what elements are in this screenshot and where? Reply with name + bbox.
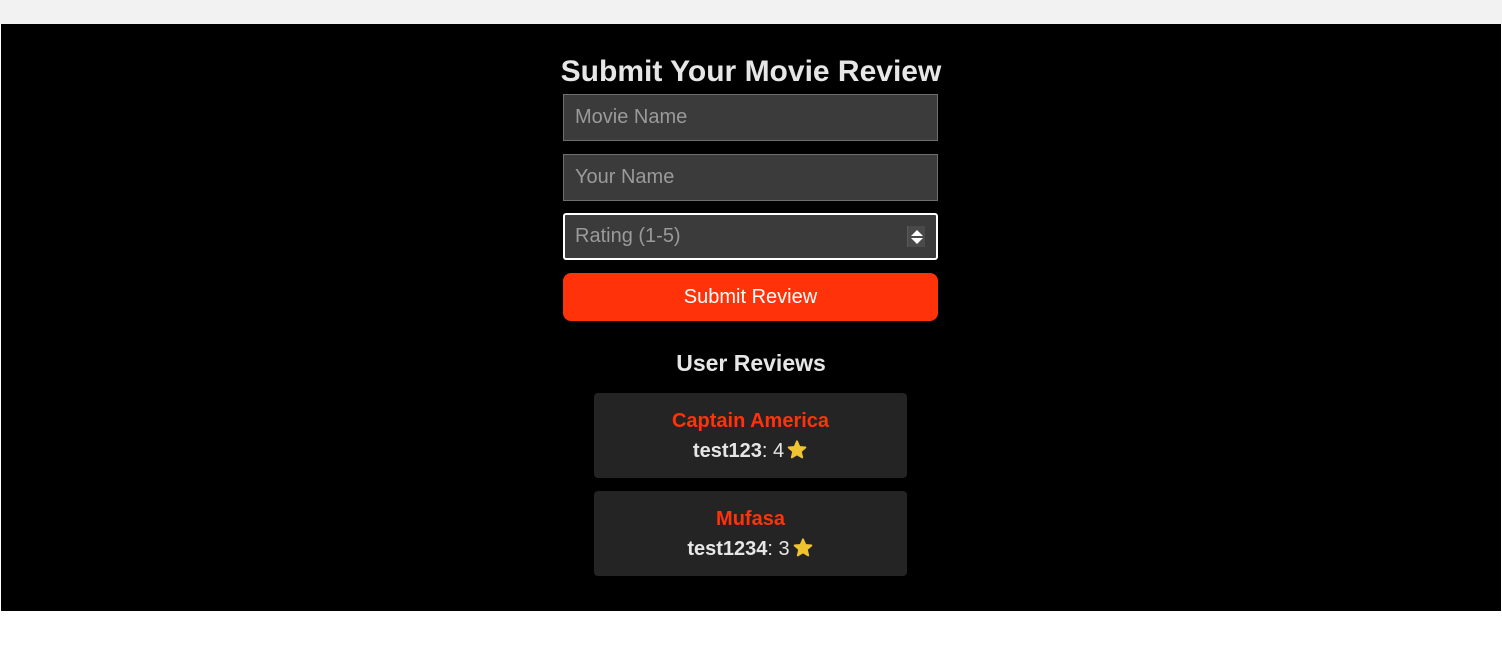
star-icon xyxy=(793,538,813,557)
star-icon xyxy=(787,440,807,459)
review-username: test123 xyxy=(692,440,762,462)
review-rating-value: 3 xyxy=(778,538,790,560)
review-movie-title: Mufasa xyxy=(716,508,785,530)
review-movie-title: Captain America xyxy=(671,410,830,432)
review-separator: : xyxy=(767,538,779,560)
review-rating-value: 4 xyxy=(772,440,785,462)
form-title: Submit Your Movie Review xyxy=(560,55,942,88)
review-card: Captain America test123: 4 xyxy=(594,393,907,478)
browser-top-strip xyxy=(0,0,1502,24)
reviews-heading: User Reviews xyxy=(676,350,826,376)
rating-input[interactable] xyxy=(565,215,895,258)
review-app: Submit Your Movie Review Submit Review U… xyxy=(1,24,1501,611)
submit-review-button[interactable]: Submit Review xyxy=(563,273,938,321)
rating-field[interactable] xyxy=(563,213,938,260)
your-name-input[interactable] xyxy=(563,154,938,201)
rating-spinner[interactable] xyxy=(907,226,925,247)
review-username: test1234 xyxy=(687,538,768,560)
movie-name-input[interactable] xyxy=(563,94,938,141)
review-card: Mufasa test1234: 3 xyxy=(594,491,907,576)
review-separator: : xyxy=(761,440,773,462)
review-rating-line: test1234: 3 xyxy=(594,536,907,562)
spinner-up-icon[interactable] xyxy=(911,230,923,236)
spinner-down-icon[interactable] xyxy=(911,238,923,244)
review-rating-line: test123: 4 xyxy=(594,438,907,464)
